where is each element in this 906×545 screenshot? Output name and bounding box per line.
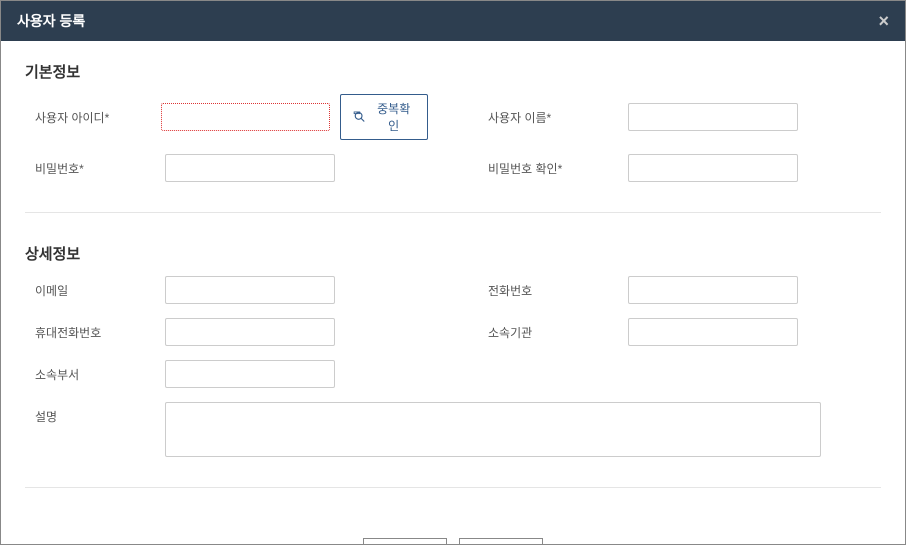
description-textarea[interactable]	[165, 402, 821, 457]
password-confirm-label: 비밀번호 확인*	[478, 160, 628, 177]
detail-info-section: 상세정보 이메일 전화번호 휴대전화번호 소속기관	[25, 243, 881, 488]
cancel-button[interactable]: 취소	[459, 538, 543, 544]
dialog-body: 기본정보 사용자 아이디* 중복확인 사용자 이름*	[1, 41, 905, 544]
dialog-footer: 저장 취소	[25, 518, 881, 544]
basic-info-title: 기본정보	[25, 61, 881, 82]
phone-input[interactable]	[628, 276, 798, 304]
basic-info-section: 기본정보 사용자 아이디* 중복확인 사용자 이름*	[25, 61, 881, 213]
duplicate-check-button[interactable]: 중복확인	[340, 94, 428, 140]
email-input[interactable]	[165, 276, 335, 304]
user-name-input[interactable]	[628, 103, 798, 131]
dept-label: 소속부서	[25, 366, 165, 383]
search-duplicate-icon	[353, 110, 367, 124]
dept-input[interactable]	[165, 360, 335, 388]
user-id-label: 사용자 아이디*	[25, 109, 161, 126]
dialog-header: 사용자 등록 ×	[1, 1, 905, 41]
duplicate-check-label: 중복확인	[372, 100, 415, 134]
user-registration-dialog: 사용자 등록 × 기본정보 사용자 아이디* 중복확인	[0, 0, 906, 545]
user-id-input[interactable]	[161, 103, 330, 131]
password-confirm-input[interactable]	[628, 154, 798, 182]
save-button[interactable]: 저장	[363, 538, 447, 544]
close-icon[interactable]: ×	[878, 12, 889, 30]
password-label: 비밀번호*	[25, 160, 165, 177]
detail-info-title: 상세정보	[25, 243, 881, 264]
password-input[interactable]	[165, 154, 335, 182]
description-label: 설명	[25, 402, 165, 425]
org-input[interactable]	[628, 318, 798, 346]
mobile-label: 휴대전화번호	[25, 324, 165, 341]
mobile-input[interactable]	[165, 318, 335, 346]
org-label: 소속기관	[478, 324, 628, 341]
user-name-label: 사용자 이름*	[478, 109, 628, 126]
email-label: 이메일	[25, 282, 165, 299]
dialog-title: 사용자 등록	[17, 11, 85, 31]
phone-label: 전화번호	[478, 282, 628, 299]
